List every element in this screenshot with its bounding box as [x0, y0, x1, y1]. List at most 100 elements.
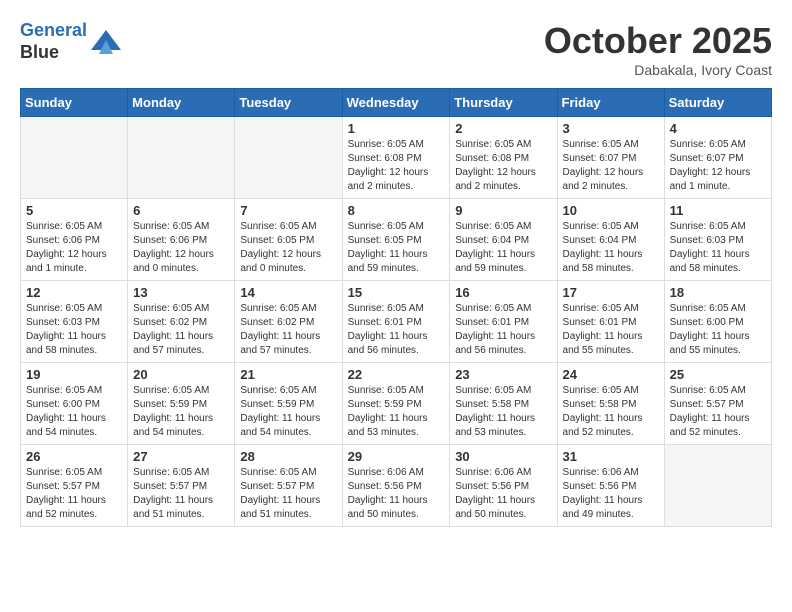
calendar-week-row: 26 Sunrise: 6:05 AMSunset: 5:57 PMDayligh…	[21, 445, 772, 527]
day-info: Sunrise: 6:06 AMSunset: 5:56 PMDaylight:…	[348, 466, 445, 522]
logo: GeneralBlue	[20, 20, 121, 63]
calendar-cell: 12 Sunrise: 6:05 AMSunset: 6:03 PMDayligh…	[21, 281, 128, 363]
calendar-header-row: SundayMondayTuesdayWednesdayThursdayFrid…	[21, 89, 772, 117]
day-number: 5	[26, 203, 122, 218]
calendar-cell: 21Sunrise: 6:05 AMSunset: 5:59 PMDayligh…	[235, 363, 342, 445]
day-number: 21	[240, 367, 336, 382]
day-number: 1	[348, 121, 445, 136]
day-info: Sunrise: 6:05 AMSunset: 6:08 PMDaylight:…	[455, 138, 551, 194]
day-info: Sunrise: 6:05 AMSunset: 6:05 PMDaylight:…	[240, 220, 336, 276]
day-info: Sunrise: 6:05 AMSunset: 6:07 PMDaylight:…	[563, 138, 659, 194]
day-number: 29	[348, 449, 445, 464]
day-info: Sunrise: 6:06 AMSunset: 5:56 PMDaylight:…	[563, 466, 659, 522]
calendar-cell: 27 Sunrise: 6:05 AMSunset: 5:57 PMDayligh…	[128, 445, 235, 527]
calendar-cell: 30Sunrise: 6:06 AMSunset: 5:56 PMDayligh…	[450, 445, 557, 527]
day-number: 17	[563, 285, 659, 300]
day-info: Sunrise: 6:05 AMSunset: 6:00 PMDaylight:…	[670, 302, 766, 358]
calendar-cell: 15 Sunrise: 6:05 AMSunset: 6:01 PMDayligh…	[342, 281, 450, 363]
calendar-cell: 19 Sunrise: 6:05 AMSunset: 6:00 PMDayligh…	[21, 363, 128, 445]
title-section: October 2025 Dabakala, Ivory Coast	[544, 20, 772, 78]
day-info: Sunrise: 6:05 AMSunset: 6:01 PMDaylight:…	[563, 302, 659, 358]
day-info: Sunrise: 6:05 AMSunset: 6:04 PMDaylight:…	[455, 220, 551, 276]
calendar-cell	[235, 117, 342, 199]
day-info: Sunrise: 6:05 AMSunset: 6:02 PMDaylight:…	[133, 302, 229, 358]
day-number: 27	[133, 449, 229, 464]
calendar-cell	[664, 445, 771, 527]
day-number: 16	[455, 285, 551, 300]
day-info: Sunrise: 6:05 AMSunset: 6:02 PMDaylight:…	[240, 302, 336, 358]
day-number: 25	[670, 367, 766, 382]
day-info: Sunrise: 6:05 AMSunset: 5:59 PMDaylight:…	[133, 384, 229, 440]
day-number: 14	[240, 285, 336, 300]
day-info: Sunrise: 6:05 AMSunset: 6:06 PMDaylight:…	[26, 220, 122, 276]
calendar-cell: 16 Sunrise: 6:05 AMSunset: 6:01 PMDayligh…	[450, 281, 557, 363]
day-number: 13	[133, 285, 229, 300]
day-number: 30	[455, 449, 551, 464]
day-number: 22	[348, 367, 445, 382]
day-info: Sunrise: 6:05 AMSunset: 6:03 PMDaylight:…	[26, 302, 122, 358]
day-number: 24	[563, 367, 659, 382]
day-info: Sunrise: 6:05 AMSunset: 6:01 PMDaylight:…	[348, 302, 445, 358]
day-number: 2	[455, 121, 551, 136]
calendar-cell: 7 Sunrise: 6:05 AMSunset: 6:05 PMDaylight…	[235, 199, 342, 281]
day-info: Sunrise: 6:05 AMSunset: 6:06 PMDaylight:…	[133, 220, 229, 276]
calendar-week-row: 19 Sunrise: 6:05 AMSunset: 6:00 PMDayligh…	[21, 363, 772, 445]
day-number: 23	[455, 367, 551, 382]
day-info: Sunrise: 6:05 AMSunset: 6:00 PMDaylight:…	[26, 384, 122, 440]
calendar-cell: 5 Sunrise: 6:05 AMSunset: 6:06 PMDaylight…	[21, 199, 128, 281]
day-number: 12	[26, 285, 122, 300]
day-info: Sunrise: 6:05 AMSunset: 5:59 PMDaylight:…	[348, 384, 445, 440]
day-number: 10	[563, 203, 659, 218]
calendar-cell: 10 Sunrise: 6:05 AMSunset: 6:04 PMDayligh…	[557, 199, 664, 281]
calendar-cell: 29 Sunrise: 6:06 AMSunset: 5:56 PMDayligh…	[342, 445, 450, 527]
day-number: 19	[26, 367, 122, 382]
day-info: Sunrise: 6:05 AMSunset: 5:57 PMDaylight:…	[240, 466, 336, 522]
calendar-week-row: 1 Sunrise: 6:05 AMSunset: 6:08 PMDaylight…	[21, 117, 772, 199]
calendar-cell	[21, 117, 128, 199]
day-number: 28	[240, 449, 336, 464]
weekday-header: Friday	[557, 89, 664, 117]
calendar-cell: 23 Sunrise: 6:05 AMSunset: 5:58 PMDayligh…	[450, 363, 557, 445]
day-number: 4	[670, 121, 766, 136]
day-number: 9	[455, 203, 551, 218]
weekday-header: Saturday	[664, 89, 771, 117]
calendar-cell: 24Sunrise: 6:05 AMSunset: 5:58 PMDayligh…	[557, 363, 664, 445]
day-info: Sunrise: 6:05 AMSunset: 5:57 PMDaylight:…	[670, 384, 766, 440]
calendar-cell: 26 Sunrise: 6:05 AMSunset: 5:57 PMDayligh…	[21, 445, 128, 527]
day-info: Sunrise: 6:05 AMSunset: 5:57 PMDaylight:…	[133, 466, 229, 522]
day-info: Sunrise: 6:05 AMSunset: 6:04 PMDaylight:…	[563, 220, 659, 276]
location: Dabakala, Ivory Coast	[544, 62, 772, 78]
day-number: 26	[26, 449, 122, 464]
calendar-cell: 3Sunrise: 6:05 AMSunset: 6:07 PMDaylight…	[557, 117, 664, 199]
calendar-cell: 25 Sunrise: 6:05 AMSunset: 5:57 PMDayligh…	[664, 363, 771, 445]
weekday-header: Tuesday	[235, 89, 342, 117]
logo-text: GeneralBlue	[20, 20, 87, 63]
weekday-header: Sunday	[21, 89, 128, 117]
day-number: 7	[240, 203, 336, 218]
weekday-header: Wednesday	[342, 89, 450, 117]
calendar-cell: 1 Sunrise: 6:05 AMSunset: 6:08 PMDaylight…	[342, 117, 450, 199]
day-number: 31	[563, 449, 659, 464]
day-number: 11	[670, 203, 766, 218]
calendar-week-row: 5 Sunrise: 6:05 AMSunset: 6:06 PMDaylight…	[21, 199, 772, 281]
day-number: 6	[133, 203, 229, 218]
calendar-cell: 8Sunrise: 6:05 AMSunset: 6:05 PMDaylight…	[342, 199, 450, 281]
calendar-cell: 22 Sunrise: 6:05 AMSunset: 5:59 PMDayligh…	[342, 363, 450, 445]
logo-icon	[91, 30, 121, 54]
day-info: Sunrise: 6:05 AMSunset: 6:01 PMDaylight:…	[455, 302, 551, 358]
page-header: GeneralBlue October 2025 Dabakala, Ivory…	[20, 20, 772, 78]
calendar-table: SundayMondayTuesdayWednesdayThursdayFrid…	[20, 88, 772, 527]
calendar-cell: 28 Sunrise: 6:05 AMSunset: 5:57 PMDayligh…	[235, 445, 342, 527]
month-title: October 2025	[544, 20, 772, 62]
calendar-cell	[128, 117, 235, 199]
day-info: Sunrise: 6:05 AMSunset: 5:58 PMDaylight:…	[455, 384, 551, 440]
day-info: Sunrise: 6:05 AMSunset: 6:07 PMDaylight:…	[670, 138, 766, 194]
calendar-cell: 14 Sunrise: 6:05 AMSunset: 6:02 PMDayligh…	[235, 281, 342, 363]
day-info: Sunrise: 6:05 AMSunset: 6:08 PMDaylight:…	[348, 138, 445, 194]
calendar-cell: 11Sunrise: 6:05 AMSunset: 6:03 PMDayligh…	[664, 199, 771, 281]
day-info: Sunrise: 6:05 AMSunset: 5:57 PMDaylight:…	[26, 466, 122, 522]
calendar-cell: 4 Sunrise: 6:05 AMSunset: 6:07 PMDaylight…	[664, 117, 771, 199]
day-number: 15	[348, 285, 445, 300]
weekday-header: Thursday	[450, 89, 557, 117]
day-number: 8	[348, 203, 445, 218]
